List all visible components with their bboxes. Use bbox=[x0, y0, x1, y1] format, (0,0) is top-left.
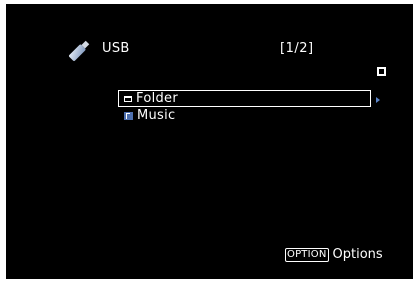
music-icon bbox=[124, 111, 133, 120]
list-item-label: Folder bbox=[136, 91, 178, 106]
folder-icon bbox=[124, 95, 132, 102]
stop-icon bbox=[377, 67, 386, 76]
usb-stick-icon bbox=[69, 40, 90, 61]
list-item-music[interactable]: Music bbox=[118, 107, 371, 124]
option-key-label: OPTION bbox=[285, 247, 329, 262]
options-label: Options bbox=[332, 247, 383, 262]
page-indicator: [1/2] bbox=[280, 41, 314, 56]
media-browser-screen: USB [1/2] Folder Music OPTION Options bbox=[6, 4, 413, 279]
file-list: Folder Music bbox=[118, 90, 371, 124]
arrow-right-icon bbox=[376, 97, 380, 103]
list-item-label: Music bbox=[137, 108, 176, 123]
list-item-folder[interactable]: Folder bbox=[118, 90, 371, 107]
source-label: USB bbox=[102, 41, 130, 56]
options-button[interactable]: OPTION Options bbox=[285, 247, 383, 262]
